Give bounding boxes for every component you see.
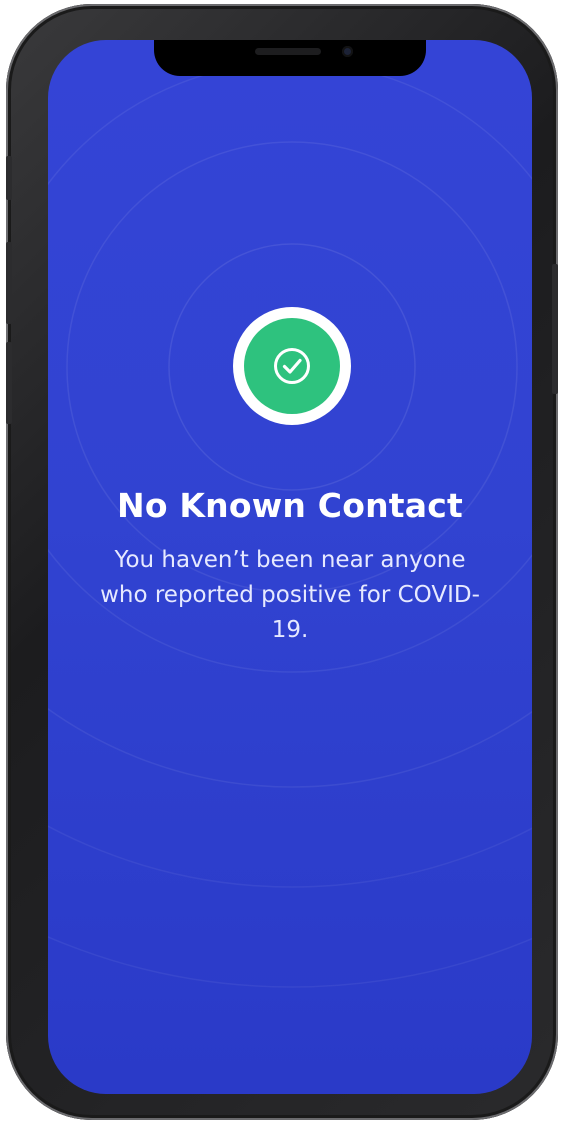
status-indicator <box>233 307 351 425</box>
speaker-grille <box>255 48 321 55</box>
ring <box>48 825 532 888</box>
phone-frame: No Known Contact You haven’t been near a… <box>6 4 558 1120</box>
volume-down-button <box>6 342 12 424</box>
status-title: No Known Contact <box>117 486 463 525</box>
silent-switch <box>6 156 12 200</box>
check-circle-icon <box>274 348 310 384</box>
power-button <box>552 264 558 394</box>
exposure-screen: No Known Contact You haven’t been near a… <box>48 40 532 1094</box>
volume-up-button <box>6 242 12 324</box>
front-camera <box>342 46 353 57</box>
notch <box>154 40 426 76</box>
status-message: You haven’t been near anyone who reporte… <box>100 547 480 643</box>
status-indicator-fill <box>244 318 340 414</box>
